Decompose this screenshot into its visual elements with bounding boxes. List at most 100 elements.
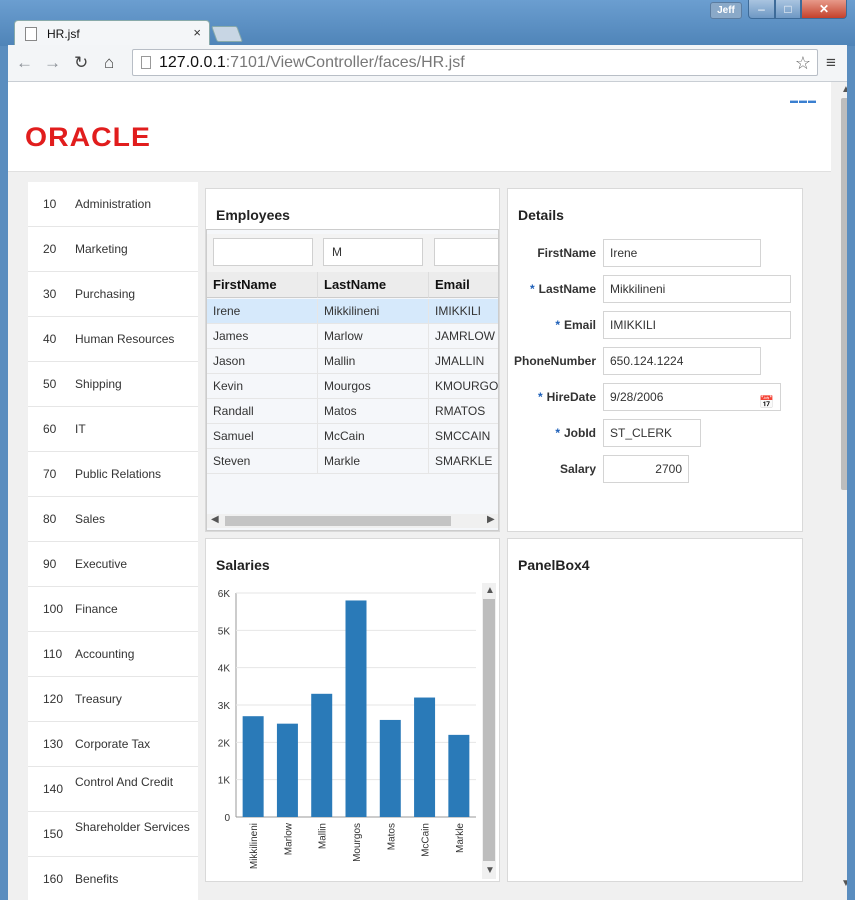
browser-tab[interactable]: HR.jsf ×: [14, 20, 210, 46]
field-label-text: HireDate: [546, 390, 596, 404]
column-header-lastname[interactable]: LastName: [318, 272, 429, 298]
department-item[interactable]: 40 Human Resources: [28, 317, 198, 362]
field-phonenumber-input[interactable]: 650.124.1224: [603, 347, 761, 375]
new-tab-button[interactable]: [211, 26, 243, 42]
table-cell: KMOURGOS: [429, 374, 498, 399]
maximize-button[interactable]: □: [775, 0, 801, 19]
salary-bar[interactable]: [414, 697, 436, 817]
department-name: Benefits: [75, 872, 119, 886]
page-icon: [25, 27, 37, 41]
table-row[interactable]: KevinMourgosKMOURGOS: [207, 374, 498, 399]
page-scroll-up-icon[interactable]: ▲: [841, 84, 847, 95]
salaries-chart: 0 1K 2K 3K 4K 5K 6K Mikkilineni Marlow Mallin Mour…: [206, 579, 498, 879]
table-row[interactable]: Randall Matos RMATOS: [207, 399, 498, 424]
page-icon: [141, 56, 151, 69]
department-id: 80: [43, 512, 57, 526]
department-item[interactable]: 130 Corporate Tax: [28, 722, 198, 767]
table-row[interactable]: Irene Mikkilineni IMIKKILI: [207, 299, 498, 324]
employees-table: M FirstName LastName Email Irene Mikkilin…: [206, 229, 499, 531]
minimize-button[interactable]: –: [748, 0, 775, 19]
filter-firstname-input[interactable]: [213, 238, 313, 266]
department-item[interactable]: 30 Purchasing: [28, 272, 198, 317]
table-row[interactable]: James Marlow JAMRLOW: [207, 324, 498, 349]
salary-bar[interactable]: [276, 723, 298, 817]
field-jobid-input[interactable]: ST_CLERK: [603, 419, 701, 447]
page-scrollbar-thumb[interactable]: [841, 98, 847, 490]
field-salary-input[interactable]: 2700: [603, 455, 689, 483]
table-row[interactable]: Jason Mallin JMALLIN: [207, 349, 498, 374]
scroll-down-icon[interactable]: ▼: [485, 865, 495, 876]
filter-email-input[interactable]: [434, 238, 498, 266]
department-item[interactable]: 120 Treasury: [28, 677, 198, 722]
y-tick-label: 3K: [218, 701, 231, 712]
menu-icon[interactable]: ≡: [826, 53, 836, 73]
required-marker: *: [537, 390, 543, 404]
scroll-left-icon[interactable]: ◀: [211, 514, 219, 525]
field-value: 9/28/2006: [610, 390, 664, 404]
table-row[interactable]: Steven Markle SMARKLE: [207, 449, 498, 474]
field-email-input[interactable]: IMIKKILI: [603, 311, 791, 339]
department-item[interactable]: 80 Sales: [28, 497, 198, 542]
department-item[interactable]: 70 Public Relations: [28, 452, 198, 497]
salary-bar[interactable]: [448, 734, 470, 817]
column-header-firstname[interactable]: FirstName: [207, 272, 318, 298]
scroll-up-icon[interactable]: ▲: [485, 585, 495, 596]
department-item[interactable]: 100 Finance: [28, 587, 198, 632]
chart-scrollbar-thumb[interactable]: [483, 599, 495, 861]
department-id: 100: [43, 602, 64, 616]
calendar-icon[interactable]: 📅: [759, 389, 774, 415]
salary-bar[interactable]: [311, 693, 333, 817]
field-value: IMIKKILI: [610, 318, 657, 332]
salary-bar[interactable]: [379, 719, 401, 817]
department-item[interactable]: 60 IT: [28, 407, 198, 452]
filter-lastname-input[interactable]: M: [323, 238, 423, 266]
page-viewport: ORACLE ▬▬▬ 10 Administration 20 Marketing 30…: [8, 82, 847, 900]
column-header-email[interactable]: Email: [429, 272, 498, 298]
address-bar[interactable]: 127.0.0.1:7101/ViewController/faces/HR.j…: [132, 49, 818, 76]
table-cell: JAMRLOW: [429, 324, 498, 349]
field-label: * HireDate: [508, 390, 596, 404]
department-item[interactable]: 20 Marketing: [28, 227, 198, 272]
scroll-right-icon[interactable]: ▶: [487, 514, 495, 525]
department-item[interactable]: 150 Shareholder Services: [28, 812, 198, 857]
salary-bar[interactable]: [242, 716, 264, 817]
horizontal-scrollbar[interactable]: ◀ ▶: [207, 514, 498, 528]
tab-close-icon[interactable]: ×: [193, 25, 201, 40]
bookmark-star-icon[interactable]: ☆: [795, 51, 811, 76]
forward-arrow-icon[interactable]: →: [44, 53, 61, 73]
y-tick-label: 6K: [218, 589, 231, 600]
close-window-button[interactable]: ✕: [801, 0, 847, 19]
page-scrollbar[interactable]: ▲ ▼: [839, 82, 847, 900]
department-name: Purchasing: [75, 287, 136, 301]
more-options-icon[interactable]: ▬▬▬: [790, 96, 816, 105]
department-item[interactable]: 140 Control And Credit: [28, 767, 198, 812]
field-firstname-input[interactable]: Irene: [603, 239, 761, 267]
field-label: FirstName: [508, 246, 596, 260]
back-arrow-icon[interactable]: ←: [16, 53, 33, 73]
home-icon[interactable]: ⌂: [104, 53, 114, 73]
field-value: Mikkilineni: [610, 282, 666, 296]
reload-icon[interactable]: ↻: [74, 53, 88, 73]
department-name: Control And Credit: [75, 775, 174, 789]
table-cell: JMALLIN: [429, 349, 498, 374]
department-id: 10: [43, 197, 57, 211]
table-row[interactable]: Samuel McCain SMCCAIN: [207, 424, 498, 449]
y-tick-label: 5K: [218, 626, 231, 637]
department-name: Sales: [75, 512, 106, 526]
salary-bar[interactable]: [345, 600, 367, 817]
department-item[interactable]: 50 Shipping: [28, 362, 198, 407]
scrollbar-thumb[interactable]: [225, 516, 451, 526]
chart-vertical-scrollbar[interactable]: ▲ ▼: [482, 583, 496, 879]
page-scroll-down-icon[interactable]: ▼: [841, 878, 847, 889]
department-item[interactable]: 90 Executive: [28, 542, 198, 587]
panelbox4: PanelBox4: [507, 538, 803, 882]
department-id: 20: [43, 242, 57, 256]
user-badge[interactable]: Jeff: [710, 2, 742, 19]
department-item[interactable]: 110 Accounting: [28, 632, 198, 677]
department-item[interactable]: 10 Administration: [28, 182, 198, 227]
field-hiredate-input[interactable]: 9/28/2006 📅: [603, 383, 781, 411]
department-name: Shipping: [75, 377, 122, 391]
employees-title: Employees: [216, 207, 290, 223]
field-lastname-input[interactable]: Mikkilineni: [603, 275, 791, 303]
department-item[interactable]: 160 Benefits: [28, 857, 198, 900]
